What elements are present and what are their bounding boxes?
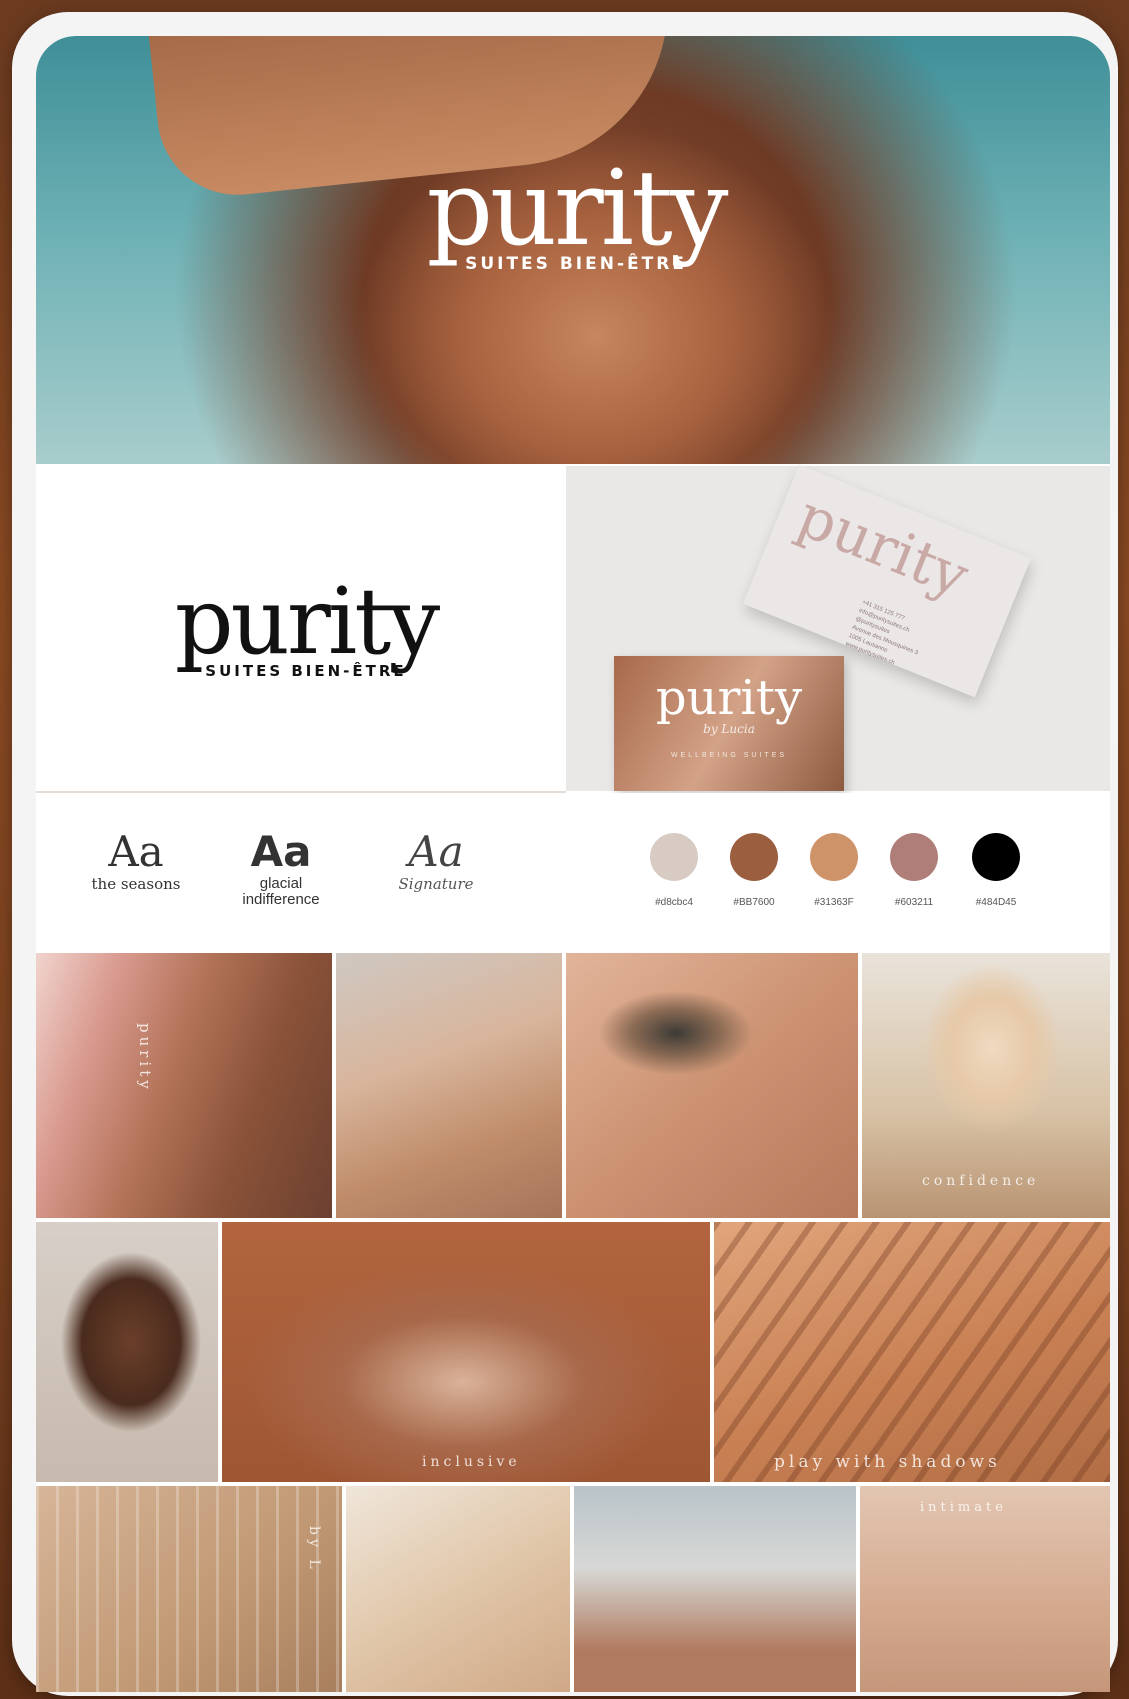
color-swatch <box>972 833 1020 881</box>
photo-caption: purity <box>136 1023 154 1093</box>
photo-caption: play with shadows <box>774 1452 1001 1472</box>
color-swatch <box>890 833 938 881</box>
photo-lips: purity <box>36 953 332 1218</box>
photo-caption: inclusive <box>422 1454 521 1470</box>
color-swatch <box>730 833 778 881</box>
font-sample-signature: Aa Signature <box>366 827 506 893</box>
color-swatch-label: #484D45 <box>975 897 1017 908</box>
hero-logo-word: purity <box>426 147 728 269</box>
color-swatch <box>650 833 698 881</box>
photo-texture: by L <box>36 1486 342 1692</box>
font-sample-glyphs: Aa <box>250 827 312 876</box>
photo-blonde-hair <box>346 1486 570 1692</box>
typography-palette-row: Aa the seasons Aa glacial indifference A… <box>36 793 1110 951</box>
font-sample-glyphs: Aa <box>108 827 164 876</box>
photo-card-tagline: WELLBEING SUITES <box>670 752 788 759</box>
photo-caption: confidence <box>922 1173 1040 1189</box>
photo-caption: intimate <box>920 1500 1007 1515</box>
color-swatch-label: #603211 <box>894 897 934 908</box>
photo-blonde-woman: confidence <box>862 953 1110 1218</box>
color-swatch-label: #BB7600 <box>733 897 775 908</box>
photo-eye-closeup <box>566 953 858 1218</box>
photo-shadows-back: play with shadows <box>714 1222 1110 1482</box>
font-sample-name: the seasons <box>91 875 181 893</box>
photo-hand-waist <box>336 953 562 1218</box>
font-sample-name: glacial indifference <box>242 875 320 908</box>
font-sample-glyphs: Aa <box>408 827 464 876</box>
business-card-contact: +41 315 125 777 info@puritysuites.ch @pu… <box>844 599 919 667</box>
moodboard-screen: purity SUITES BIEN-ÊTRE purity SUITES BI… <box>36 36 1110 1692</box>
color-swatch-label: #d8cbc4 <box>655 897 693 908</box>
business-card-logo: purity <box>788 481 978 611</box>
color-swatch-label: #31363F <box>814 897 854 908</box>
brand-logo: purity SUITES BIEN-ÊTRE <box>116 568 496 681</box>
photo-man-portrait <box>36 1222 218 1482</box>
photo-cream-finger <box>574 1486 856 1692</box>
brand-logo-tagline: SUITES BIEN-ÊTRE <box>205 662 407 680</box>
color-swatch <box>810 833 858 881</box>
photo-card-subtitle: by Lucia <box>703 722 755 736</box>
photo-card-logo: purity <box>655 670 803 726</box>
photo-caption: by L <box>306 1526 322 1573</box>
photo-card: purity by Lucia WELLBEING SUITES <box>614 656 844 791</box>
font-sample-glacial-indifference: Aa glacial indifference <box>211 828 351 908</box>
font-sample-the-seasons: Aa the seasons <box>66 827 206 893</box>
font-sample-name: Signature <box>398 875 474 893</box>
photo-back-tattoo: intimate <box>860 1486 1110 1692</box>
hero-image: purity SUITES BIEN-ÊTRE <box>36 36 1110 464</box>
brand-logo-panel: purity SUITES BIEN-ÊTRE <box>36 466 566 793</box>
stationery-mockup: purity +41 315 125 777 info@puritysuites… <box>566 464 1110 791</box>
brand-logo-word: purity <box>174 568 441 675</box>
photo-group-women: inclusive <box>222 1222 710 1482</box>
hero-logo: purity SUITES BIEN-ÊTRE <box>366 156 786 274</box>
